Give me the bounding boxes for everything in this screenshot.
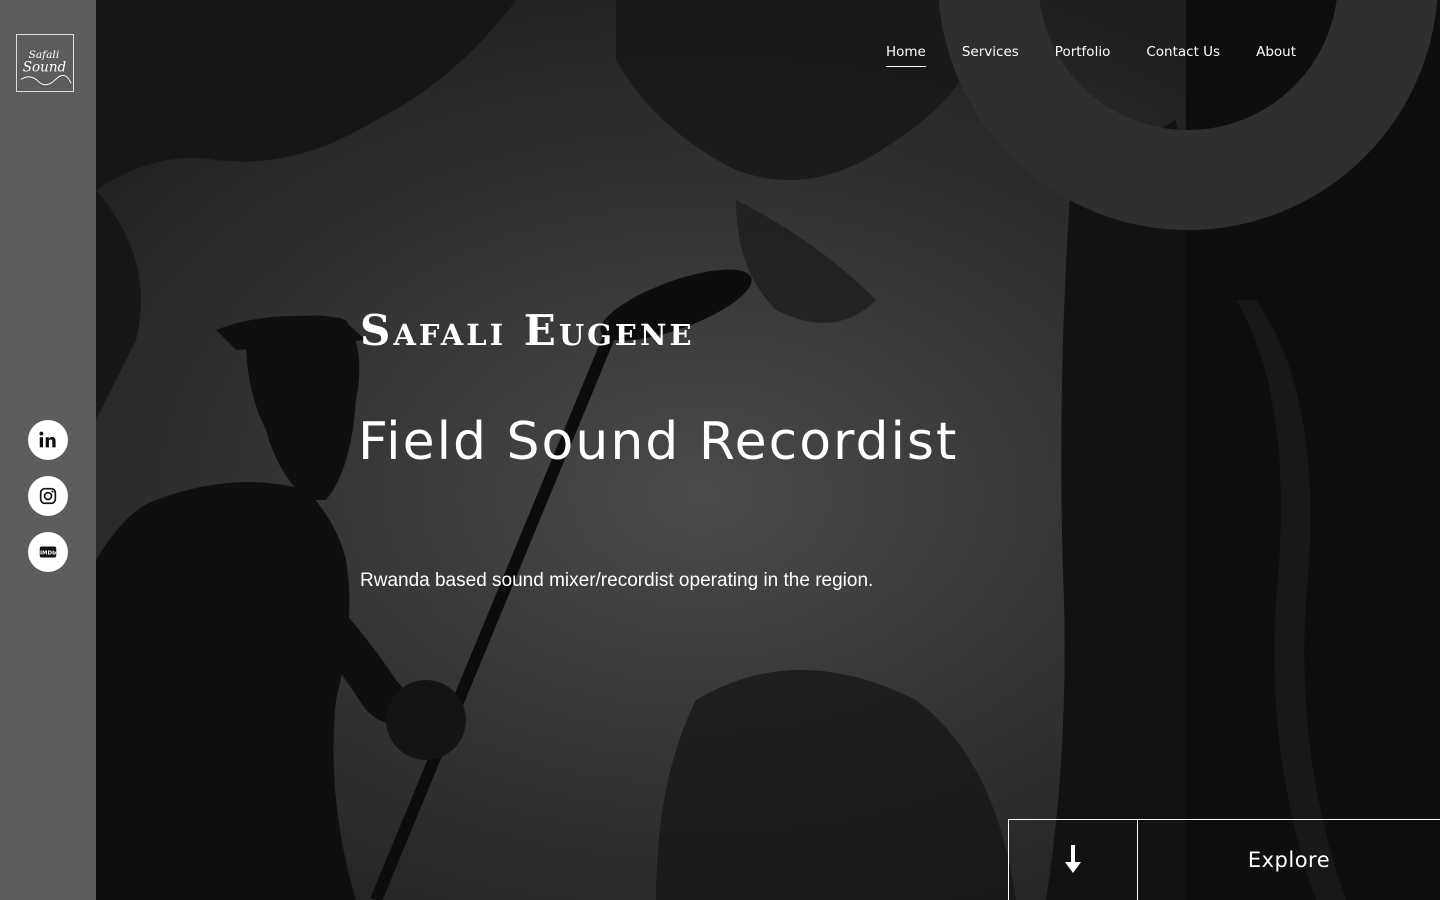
nav-item-services[interactable]: Services [962,44,1019,64]
linkedin-icon [39,431,56,448]
explore-label: Explore [1247,848,1331,872]
instagram-icon [39,487,57,505]
explore-button[interactable]: Explore [1008,819,1440,900]
svg-text:Sound: Sound [23,60,67,76]
hero-tagline: Rwanda based sound mixer/recordist opera… [360,570,874,591]
site-logo[interactable]: Safali Sound [16,34,74,92]
explore-arrow-box [1009,820,1138,900]
hero-name: Safali Eugene [360,306,695,355]
arrow-down-icon [1065,845,1081,873]
linkedin-link[interactable] [28,420,68,460]
instagram-link[interactable] [28,476,68,516]
nav-item-about[interactable]: About [1256,44,1296,64]
imdb-link[interactable]: IMDb [28,532,68,572]
nav-item-portfolio[interactable]: Portfolio [1055,44,1111,64]
hero-role-title: Field Sound Recordist [358,412,959,472]
svg-text:IMDb: IMDb [40,550,56,556]
imdb-icon: IMDb [39,546,57,558]
logo-mark-icon: Safali Sound [20,48,72,86]
social-links: IMDb [28,420,68,588]
nav-item-home[interactable]: Home [885,44,926,67]
nav-item-contact-us[interactable]: Contact Us [1146,44,1220,64]
main-nav: Home Services Portfolio Contact Us About [885,44,1296,67]
sidebar: Safali Sound IMDb [0,0,96,900]
